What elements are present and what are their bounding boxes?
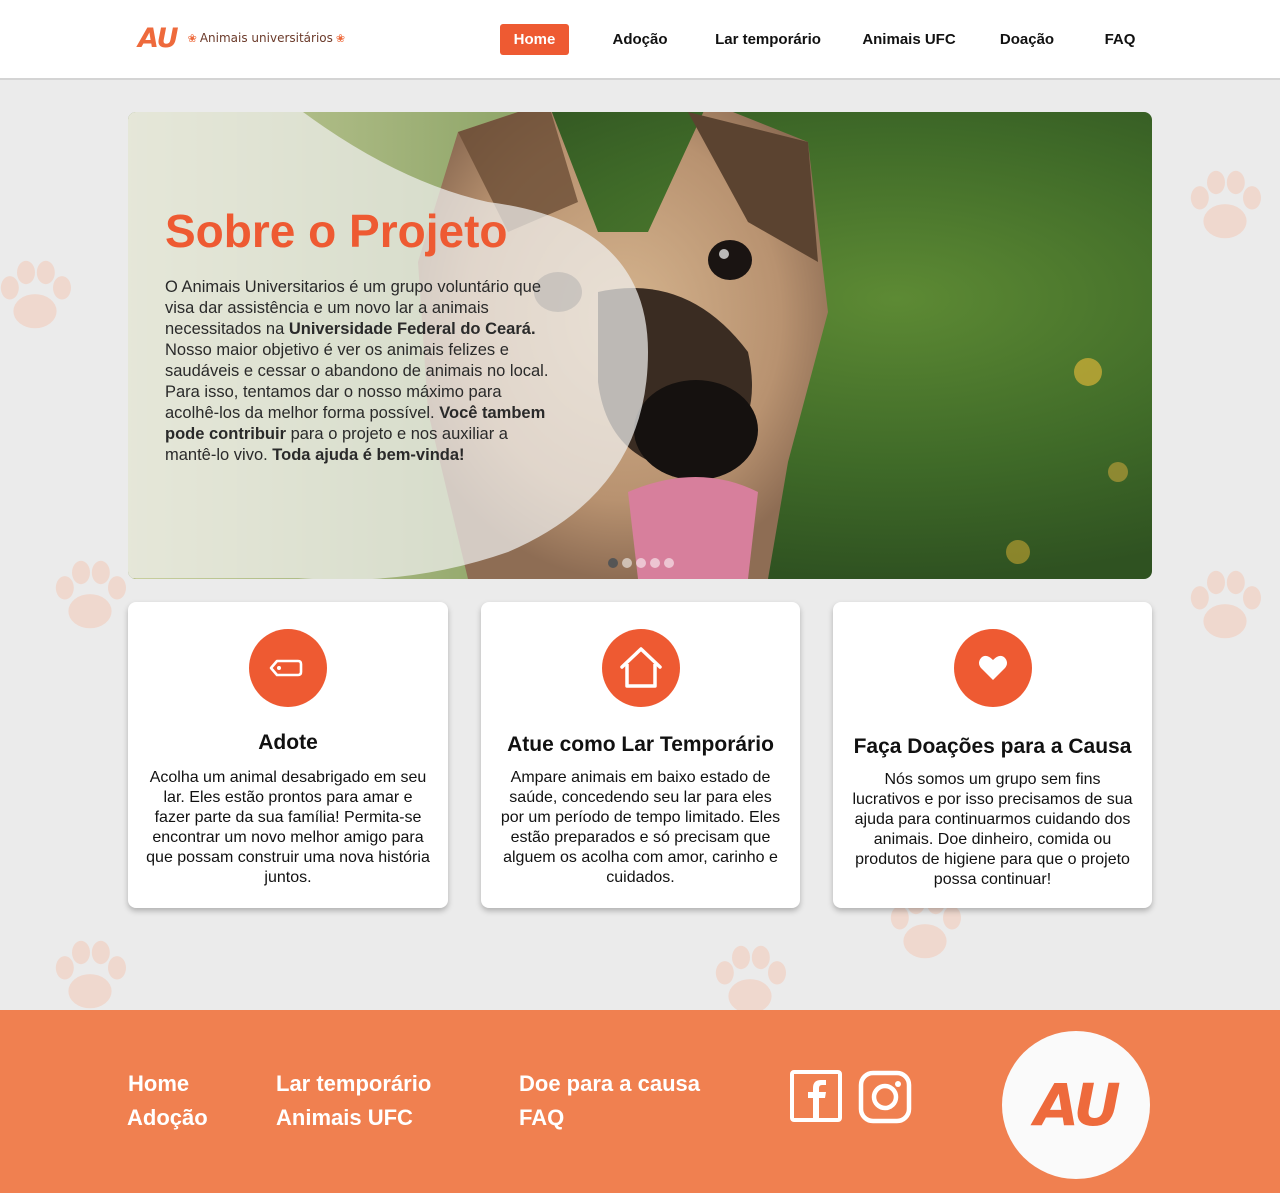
nav-item-adocao[interactable]: Adoção (600, 24, 680, 55)
footer-link-lar-temporario[interactable]: Lar temporário (276, 1071, 431, 1097)
paw-icon (715, 945, 786, 1010)
carousel-dot[interactable] (622, 558, 632, 568)
footer-link-doe[interactable]: Doe para a causa (519, 1071, 700, 1097)
footer-link-adocao[interactable]: Adoção (127, 1105, 208, 1131)
nav-item-animais-ufc[interactable]: Animais UFC (855, 24, 963, 55)
nav-item-lar-temporario[interactable]: Lar temporário (708, 24, 828, 55)
card-lar-temporario[interactable]: Atue como Lar Temporário Ampare animais … (481, 602, 800, 908)
hero-text-bold: Toda ajuda é bem-vinda! (272, 446, 465, 464)
card-title: Faça Doações para a Causa (853, 735, 1132, 758)
main-nav: Home Adoção Lar temporário Animais UFC D… (0, 24, 1280, 56)
nav-item-faq[interactable]: FAQ (1095, 24, 1145, 55)
nav-item-doacao[interactable]: Doação (990, 24, 1064, 55)
paw-icon (55, 560, 126, 629)
card-text: Ampare animais em baixo estado de saúde,… (500, 769, 781, 886)
card-title: Adote (258, 731, 318, 754)
carousel-dot[interactable] (636, 558, 646, 568)
footer-link-animais-ufc[interactable]: Animais UFC (276, 1105, 413, 1131)
carousel-dot[interactable] (608, 558, 618, 568)
site-footer: Home Adoção Lar temporário Animais UFC D… (0, 1010, 1280, 1193)
hero-carousel[interactable]: Sobre o Projeto O Animais Universitarios… (128, 112, 1152, 579)
paw-icon (55, 940, 126, 1009)
card-title: Atue como Lar Temporário (507, 733, 774, 756)
card-doacoes[interactable]: Faça Doações para a Causa Nós somos um g… (833, 602, 1152, 908)
carousel-indicators (608, 558, 674, 568)
facebook-icon[interactable] (790, 1070, 842, 1122)
card-adote[interactable]: Adote Acolha um animal desabrigado em se… (128, 602, 448, 908)
house-icon (601, 629, 680, 707)
footer-link-faq[interactable]: FAQ (519, 1105, 564, 1131)
instagram-icon[interactable] (858, 1070, 912, 1124)
site-header: AU ❀ Animais universitários ❀ Home Adoçã… (0, 0, 1280, 80)
paw-icon (1190, 570, 1261, 639)
heart-icon (953, 629, 1032, 707)
card-text: Nós somos um grupo sem fins lucrativos e… (852, 771, 1133, 888)
hero-title: Sobre o Projeto (165, 205, 508, 257)
tag-icon (249, 629, 327, 707)
footer-logo-mark: AU (1034, 1071, 1120, 1139)
nav-item-home[interactable]: Home (500, 24, 569, 55)
paw-icon (0, 260, 71, 329)
footer-link-home[interactable]: Home (128, 1071, 189, 1097)
hero-description: O Animais Universitarios é um grupo volu… (165, 277, 550, 466)
carousel-dot[interactable] (650, 558, 660, 568)
footer-logo[interactable]: AU (1002, 1031, 1150, 1179)
carousel-dot[interactable] (664, 558, 674, 568)
card-text: Acolha um animal desabrigado em seu lar.… (146, 769, 430, 886)
paw-icon (1190, 170, 1261, 239)
hero-text-bold: Universidade Federal do Ceará. (288, 320, 536, 338)
social-links (790, 1070, 912, 1124)
